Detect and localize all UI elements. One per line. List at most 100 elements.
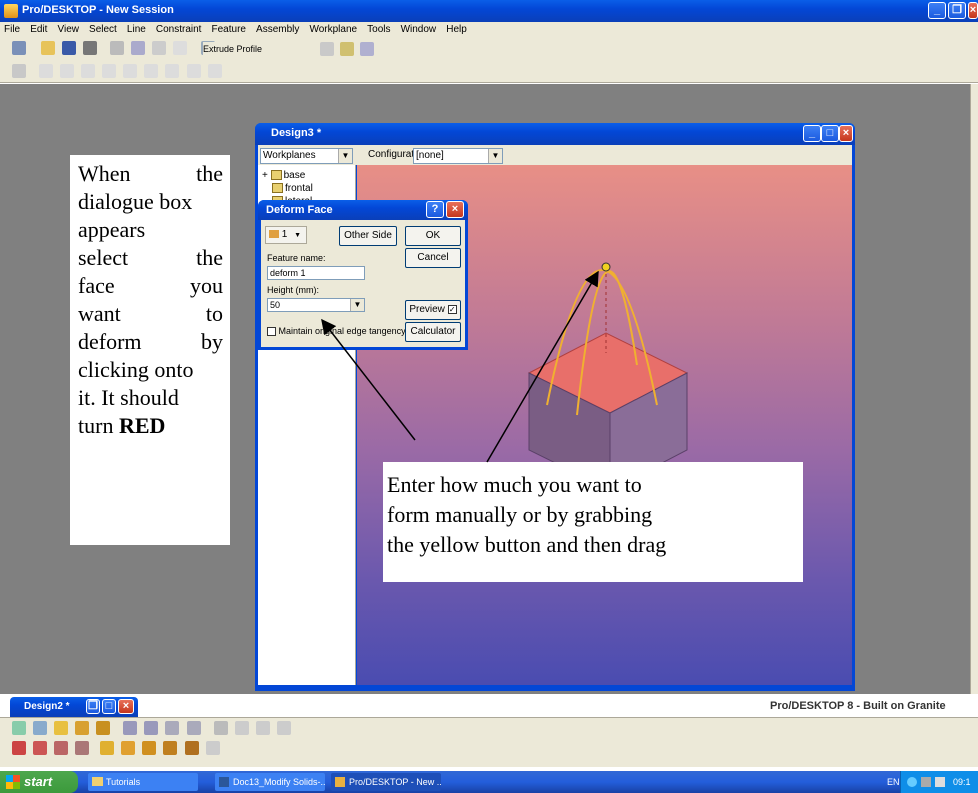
minimized-maximize-button[interactable]: □ [102, 699, 116, 714]
design-maximize-button[interactable]: □ [821, 125, 839, 142]
line-tool-icon[interactable] [39, 64, 54, 78]
copy-icon[interactable] [131, 41, 146, 55]
menu-edit[interactable]: Edit [30, 22, 47, 37]
chevron-down-icon: ▼ [338, 149, 352, 163]
feature-icon[interactable] [12, 741, 26, 755]
drag-handle[interactable] [601, 262, 611, 272]
menu-line[interactable]: Line [127, 22, 146, 37]
feature-icon[interactable] [75, 741, 90, 755]
tray-icon[interactable] [907, 777, 917, 787]
deform-face-dialog: Deform Face ? × 1 ▼ Other Side OK Cancel… [258, 200, 468, 350]
taskbar-item-tutorials[interactable]: Tutorials [88, 773, 198, 791]
restore-button[interactable]: ❐ [948, 2, 966, 19]
feature-name-input[interactable]: deform 1 [267, 266, 365, 280]
zoom-area-icon[interactable] [144, 721, 159, 735]
taskbar-item-doc[interactable]: Doc13_Modify Solids-... [215, 773, 325, 791]
minimized-close-button[interactable]: × [118, 699, 134, 714]
offset-tool-icon[interactable] [186, 64, 201, 78]
rectangle-tool-icon[interactable] [60, 64, 75, 78]
drag-note-line-1: Enter how much you want to [387, 472, 642, 497]
home-icon[interactable] [276, 721, 291, 735]
other-side-button[interactable]: Other Side [339, 226, 397, 246]
dialog-close-button[interactable]: × [446, 201, 464, 218]
print-icon[interactable] [83, 41, 98, 55]
view-icon[interactable] [54, 721, 69, 735]
feature-icon[interactable] [33, 741, 48, 755]
feature-icon[interactable] [205, 741, 220, 755]
view-icon[interactable] [96, 721, 111, 735]
view-icon[interactable] [12, 721, 26, 735]
calculator-button[interactable]: Calculator [405, 322, 461, 342]
close-button[interactable]: × [968, 2, 978, 19]
help-icon[interactable] [340, 42, 354, 56]
spline-tool-icon[interactable] [144, 64, 159, 78]
volume-icon[interactable] [935, 777, 945, 787]
minimize-button[interactable]: _ [928, 2, 946, 19]
configuration-combo[interactable]: [none] ▼ [413, 148, 503, 164]
arc-tool-icon[interactable] [81, 64, 96, 78]
ellipse-tool-icon[interactable] [123, 64, 138, 78]
tree-item-base[interactable]: + base [262, 169, 355, 182]
save-icon[interactable] [62, 41, 77, 55]
cut-icon[interactable] [110, 41, 125, 55]
forward-icon[interactable] [255, 721, 270, 735]
face-selector[interactable]: 1 ▼ [265, 226, 307, 244]
select-tool-icon[interactable] [12, 64, 26, 78]
tree-item-frontal[interactable]: frontal [262, 182, 355, 195]
design-close-button[interactable]: × [839, 125, 853, 142]
circle-tool-icon[interactable] [102, 64, 117, 78]
language-indicator[interactable]: EN [887, 771, 900, 793]
paste-icon[interactable] [152, 41, 167, 55]
rotate-icon[interactable] [213, 721, 228, 735]
menu-feature[interactable]: Feature [212, 22, 246, 37]
feature-icon[interactable] [142, 741, 157, 755]
zoom-out-icon[interactable] [186, 721, 201, 735]
tray-icon[interactable] [921, 777, 931, 787]
menu-help[interactable]: Help [446, 22, 467, 37]
minimized-restore-button[interactable]: ❐ [86, 699, 100, 714]
view-icon[interactable] [33, 721, 48, 735]
menu-file[interactable]: File [4, 22, 20, 37]
design-minimize-button[interactable]: _ [803, 125, 821, 142]
view-icon[interactable] [75, 721, 90, 735]
preview-label: Preview [409, 304, 445, 315]
feature-icon[interactable] [100, 741, 115, 755]
menu-tools[interactable]: Tools [367, 22, 390, 37]
menu-window[interactable]: Window [401, 22, 437, 37]
start-button[interactable]: start [0, 771, 78, 793]
preview-checkbox[interactable]: ✓ [447, 304, 457, 314]
dimension-tool-icon[interactable] [207, 64, 222, 78]
whats-this-icon[interactable] [360, 42, 374, 56]
feature-icon[interactable] [121, 741, 136, 755]
taskbar-item-prodesktop[interactable]: Pro/DESKTOP - New ... [331, 773, 441, 791]
dialog-title-bar: Deform Face ? × [258, 200, 468, 220]
filter-icon[interactable] [320, 42, 334, 56]
sketch-icon[interactable] [12, 41, 26, 55]
tangency-option[interactable]: Maintain original edge tangency [267, 326, 406, 337]
feature-icon[interactable] [54, 741, 69, 755]
menu-constraint[interactable]: Constraint [156, 22, 202, 37]
feature-icon[interactable] [163, 741, 178, 755]
note-line-6: want to [78, 300, 223, 328]
minimized-design-window[interactable]: Design2 * ❐ □ × [10, 697, 138, 717]
note-word: to [205, 301, 223, 326]
height-input[interactable]: 50 ▼ [267, 298, 365, 312]
zoom-fit-icon[interactable] [123, 721, 138, 735]
menu-view[interactable]: View [57, 22, 79, 37]
tangency-checkbox[interactable] [267, 327, 276, 337]
menu-workplane[interactable]: Workplane [309, 22, 357, 37]
chevron-down-icon: ▼ [350, 299, 364, 311]
delete-icon[interactable] [173, 41, 188, 55]
ok-button[interactable]: OK [405, 226, 461, 246]
cancel-button[interactable]: Cancel [405, 248, 461, 268]
back-icon[interactable] [234, 721, 249, 735]
menu-select[interactable]: Select [89, 22, 117, 37]
feature-icon[interactable] [184, 741, 199, 755]
preview-button[interactable]: Preview ✓ [405, 300, 461, 320]
workplanes-combo[interactable]: Workplanes ▼ [260, 148, 353, 164]
trim-tool-icon[interactable] [165, 64, 180, 78]
zoom-in-icon[interactable] [165, 721, 180, 735]
open-icon[interactable] [41, 41, 56, 55]
menu-assembly[interactable]: Assembly [256, 22, 299, 37]
dialog-help-button[interactable]: ? [426, 201, 444, 218]
